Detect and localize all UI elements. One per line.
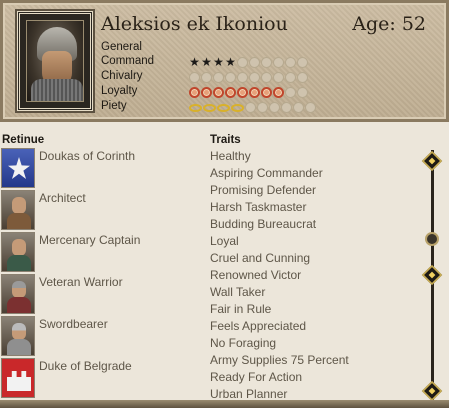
command-star-icon: ★ bbox=[213, 55, 224, 69]
retinue-header: Retinue bbox=[2, 134, 45, 146]
empty-pip-icon bbox=[261, 72, 272, 83]
piety-halo-icon bbox=[189, 104, 202, 112]
command-star-icon: ★ bbox=[201, 55, 212, 69]
retinue-item[interactable]: Duke of Belgrade bbox=[0, 358, 205, 400]
trait-item[interactable]: Cruel and Cunning bbox=[210, 251, 310, 265]
traits-header: Traits bbox=[210, 134, 241, 146]
stat-label-command: Command bbox=[101, 55, 155, 67]
empty-pip-icon bbox=[245, 102, 256, 113]
empty-pip-icon bbox=[249, 72, 260, 83]
trait-item[interactable]: Ready For Action bbox=[210, 370, 302, 384]
character-age: Age: 52 bbox=[352, 13, 426, 35]
trait-item[interactable]: Aspiring Commander bbox=[210, 166, 323, 180]
loyalty-ring-icon bbox=[237, 87, 248, 98]
empty-pip-icon bbox=[261, 57, 272, 68]
loyalty-ring-icon bbox=[273, 87, 284, 98]
retinue-label: Veteran Warrior bbox=[39, 275, 123, 289]
retinue-label: Swordbearer bbox=[39, 317, 108, 331]
character-name: Aleksios ek Ikoniou bbox=[101, 13, 288, 35]
piety-halo-icon bbox=[231, 104, 244, 112]
retinue-label: Doukas of Corinth bbox=[39, 149, 136, 163]
trait-item[interactable]: Urban Planner bbox=[210, 387, 287, 401]
empty-pip-icon bbox=[281, 102, 292, 113]
empty-pip-icon bbox=[273, 57, 284, 68]
loyalty-ring-icon bbox=[225, 87, 236, 98]
trait-item[interactable]: Budding Bureaucrat bbox=[210, 217, 316, 231]
loyalty-ring-icon bbox=[261, 87, 272, 98]
window-bottom-border bbox=[0, 400, 449, 408]
empty-pip-icon bbox=[297, 87, 308, 98]
scroll-up-button[interactable] bbox=[421, 150, 443, 172]
empty-pip-icon bbox=[237, 72, 248, 83]
loyalty-ring-icon bbox=[189, 87, 200, 98]
empty-pip-icon bbox=[305, 102, 316, 113]
empty-pip-icon bbox=[201, 72, 212, 83]
retinue-item[interactable]: Doukas of Corinth bbox=[0, 148, 205, 190]
command-pips: ★ ★ ★ ★ bbox=[189, 55, 308, 69]
veteran-portrait-icon bbox=[1, 274, 35, 314]
scroll-thumb[interactable] bbox=[425, 232, 439, 246]
retinue-item[interactable]: Veteran Warrior bbox=[0, 274, 205, 316]
command-star-icon: ★ bbox=[189, 55, 200, 69]
stat-label-chivalry: Chivalry bbox=[101, 70, 143, 82]
character-rank: General bbox=[101, 41, 142, 53]
piety-halo-icon bbox=[203, 104, 216, 112]
swordbearer-portrait-icon bbox=[1, 316, 35, 356]
empty-pip-icon bbox=[273, 72, 284, 83]
empty-pip-icon bbox=[293, 102, 304, 113]
chivalry-pips bbox=[189, 72, 308, 83]
empty-pip-icon bbox=[257, 102, 268, 113]
retinue-label: Mercenary Captain bbox=[39, 233, 141, 247]
trait-item[interactable]: Fair in Rule bbox=[210, 302, 271, 316]
retinue-item[interactable]: Swordbearer bbox=[0, 316, 205, 358]
empty-pip-icon bbox=[269, 102, 280, 113]
command-star-icon: ★ bbox=[225, 55, 236, 69]
mercenary-portrait-icon bbox=[1, 232, 35, 272]
stat-label-loyalty: Loyalty bbox=[101, 85, 138, 97]
trait-item[interactable]: Harsh Taskmaster bbox=[210, 200, 306, 214]
retinue-label: Architect bbox=[39, 191, 86, 205]
loyalty-pips bbox=[189, 87, 308, 98]
trait-item[interactable]: Feels Appreciated bbox=[210, 319, 306, 333]
trait-item[interactable]: No Foraging bbox=[210, 336, 276, 350]
empty-pip-icon bbox=[249, 57, 260, 68]
trait-item[interactable]: Renowned Victor bbox=[210, 268, 301, 282]
retinue-item[interactable]: Mercenary Captain bbox=[0, 232, 205, 274]
retinue-item[interactable]: Architect bbox=[0, 190, 205, 232]
scroll-down-button[interactable] bbox=[421, 380, 443, 402]
portrait-image bbox=[26, 20, 84, 102]
empty-pip-icon bbox=[297, 57, 308, 68]
retinue-label: Duke of Belgrade bbox=[39, 359, 132, 373]
piety-pips bbox=[189, 102, 316, 113]
piety-halo-icon bbox=[217, 104, 230, 112]
loyalty-ring-icon bbox=[249, 87, 260, 98]
empty-pip-icon bbox=[189, 72, 200, 83]
empty-pip-icon bbox=[285, 87, 296, 98]
stat-label-piety: Piety bbox=[101, 100, 127, 112]
empty-pip-icon bbox=[237, 57, 248, 68]
empty-pip-icon bbox=[285, 72, 296, 83]
trait-item[interactable]: Promising Defender bbox=[210, 183, 316, 197]
trait-item[interactable]: Loyal bbox=[210, 234, 239, 248]
scroll-marker-icon bbox=[421, 264, 443, 286]
corinth-emblem-icon bbox=[1, 148, 35, 188]
empty-pip-icon bbox=[297, 72, 308, 83]
character-portrait[interactable] bbox=[15, 9, 95, 113]
architect-portrait-icon bbox=[1, 190, 35, 230]
belgrade-emblem-icon bbox=[1, 358, 35, 398]
empty-pip-icon bbox=[225, 72, 236, 83]
empty-pip-icon bbox=[213, 72, 224, 83]
character-header: Aleksios ek Ikoniou Age: 52 General Comm… bbox=[0, 0, 449, 122]
trait-item[interactable]: Healthy bbox=[210, 149, 251, 163]
loyalty-ring-icon bbox=[201, 87, 212, 98]
trait-item[interactable]: Wall Taker bbox=[210, 285, 265, 299]
empty-pip-icon bbox=[285, 57, 296, 68]
loyalty-ring-icon bbox=[213, 87, 224, 98]
trait-item[interactable]: Army Supplies 75 Percent bbox=[210, 353, 349, 367]
traits-scrollbar[interactable] bbox=[421, 150, 443, 404]
